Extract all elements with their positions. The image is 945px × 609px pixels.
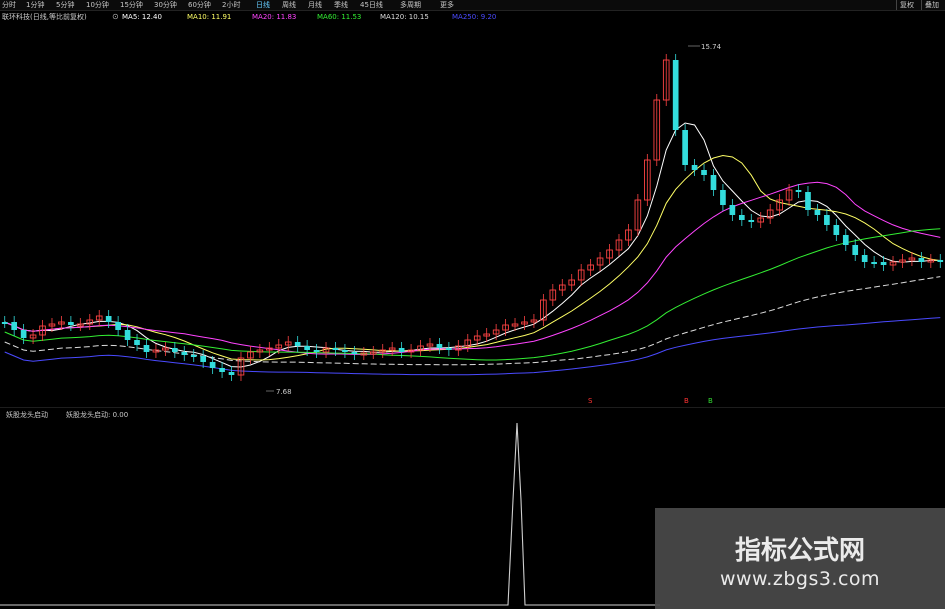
sell-marker: S (588, 397, 593, 405)
candle-body (738, 215, 745, 220)
panel-divider (0, 407, 945, 408)
ma-lines (4, 122, 941, 376)
candle-body (1, 322, 8, 324)
candle-body (795, 190, 802, 192)
candle-body (748, 220, 755, 222)
candle-body (294, 342, 301, 346)
candle-body (833, 225, 840, 235)
watermark-banner: 指标公式网 www.zbgs3.com (655, 508, 945, 609)
candle-body (181, 352, 188, 355)
sub-indicator-spike (0, 422, 660, 606)
candle-body (937, 260, 944, 262)
candle-body (436, 344, 443, 348)
candle-body (446, 348, 452, 350)
watermark-url: www.zbgs3.com (719, 568, 881, 590)
candle-body (105, 316, 112, 322)
candle-body (342, 350, 348, 352)
candle-body (861, 255, 868, 262)
candle-body (720, 190, 726, 205)
candle-body (805, 192, 811, 210)
candle-body (115, 322, 121, 330)
ma-line (4, 228, 941, 361)
low-label: 7.68 (276, 388, 292, 396)
candle-body (190, 355, 197, 357)
candle-body (814, 210, 821, 215)
candle-body (11, 322, 18, 330)
candle-body (332, 348, 339, 350)
candle-body (880, 262, 887, 265)
sub-indicator-title: 妖股龙头启动 (6, 411, 48, 419)
candle-body (304, 346, 310, 350)
candle-body (351, 352, 358, 354)
candle-body (143, 345, 150, 352)
buy-marker-1: B (684, 397, 689, 405)
candle-body (68, 322, 74, 325)
ma-line (4, 122, 941, 368)
candle-body (918, 258, 925, 262)
candle-body (134, 340, 140, 345)
watermark-title: 指标公式网 (734, 536, 865, 566)
candle-body (219, 368, 225, 372)
candle-body (209, 362, 216, 368)
candle-body (691, 165, 698, 170)
high-label: 15.74 (701, 43, 722, 51)
candle-body (729, 205, 736, 215)
candle-body (124, 330, 131, 340)
candle-body (710, 175, 717, 190)
candle-body (824, 215, 830, 225)
candle-body (398, 348, 405, 352)
sub-indicator-value: 妖股龙头启动: 0.00 (66, 411, 129, 419)
candle-body (171, 348, 178, 352)
candle-body (672, 60, 679, 130)
candle-body (701, 170, 707, 175)
candle-body (682, 130, 688, 165)
candle-body (200, 356, 207, 362)
candle-body (228, 372, 235, 375)
candle-body (20, 330, 27, 338)
signal-markers: S B B (588, 397, 713, 405)
candle-body (842, 235, 849, 245)
candlesticks (1, 54, 944, 381)
candle-body (313, 350, 320, 352)
candle-body (871, 262, 877, 264)
candle-body (852, 245, 859, 255)
buy-marker-2: B (708, 397, 713, 405)
